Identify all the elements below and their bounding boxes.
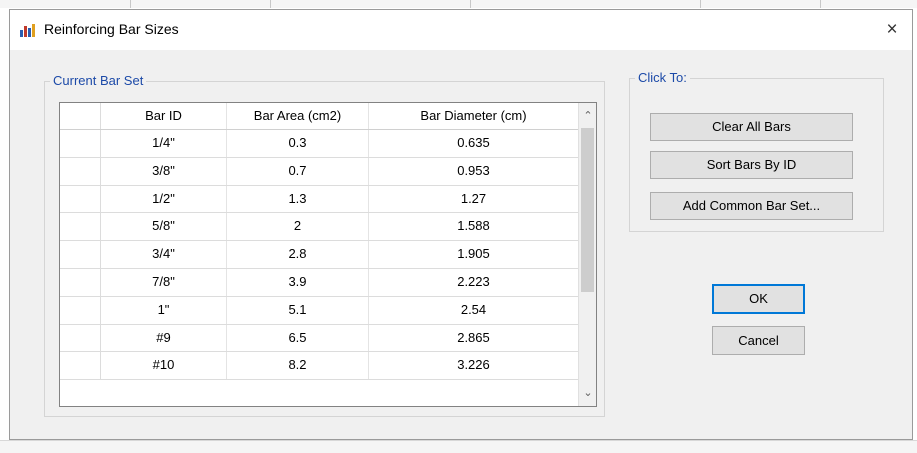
row-selector[interactable] (60, 324, 101, 352)
bar-diameter-cell[interactable]: 0.953 (369, 158, 578, 185)
current-bar-set-label: Current Bar Set (50, 73, 147, 88)
clear-all-bars-button[interactable]: Clear All Bars (650, 113, 853, 141)
bar-area-cell[interactable]: 6.5 (227, 324, 369, 352)
bar-area-cell[interactable]: 8.2 (227, 352, 369, 380)
bar-id-cell[interactable]: #10 (101, 352, 227, 380)
chevron-down-icon[interactable]: ⌄ (579, 384, 596, 402)
row-selector[interactable] (60, 296, 101, 324)
bar-id-cell[interactable]: #9 (101, 324, 227, 352)
table-row[interactable]: 5/8" 2 1.588 (60, 213, 578, 242)
cancel-button[interactable]: Cancel (712, 326, 805, 355)
bar-area-cell[interactable]: 2.8 (227, 241, 369, 268)
bar-diameter-cell[interactable]: 2.223 (369, 269, 578, 296)
bar-diameter-cell[interactable]: 1.27 (369, 186, 578, 213)
table-row[interactable]: 1" 5.1 2.54 (60, 296, 578, 325)
add-common-bar-set-button[interactable]: Add Common Bar Set... (650, 192, 853, 220)
grid-body: 1/4" 0.3 0.635 3/8" 0.7 0.953 1/2" 1.3 1… (60, 130, 578, 381)
bar-area-cell[interactable]: 2 (227, 213, 369, 241)
table-row[interactable]: 3/8" 0.7 0.953 (60, 157, 578, 186)
bar-id-cell[interactable]: 1" (101, 296, 227, 324)
row-header-corner (60, 103, 101, 129)
background-window-strip (0, 0, 917, 8)
table-row[interactable]: 7/8" 3.9 2.223 (60, 268, 578, 297)
bar-area-cell[interactable]: 5.1 (227, 296, 369, 324)
bar-area-cell[interactable]: 0.7 (227, 157, 369, 185)
grid-vertical-scrollbar[interactable]: ⌃ ⌄ (578, 103, 596, 406)
column-header-bar-area[interactable]: Bar Area (cm2) (227, 103, 369, 129)
column-header-bar-diameter[interactable]: Bar Diameter (cm) (369, 103, 578, 129)
sort-bars-by-id-button[interactable]: Sort Bars By ID (650, 151, 853, 179)
bar-id-cell[interactable]: 5/8" (101, 213, 227, 241)
bar-diameter-cell[interactable]: 2.54 (369, 297, 578, 324)
scrollbar-thumb[interactable] (581, 128, 594, 292)
row-selector[interactable] (60, 268, 101, 296)
column-header-bar-id[interactable]: Bar ID (101, 103, 227, 129)
bar-area-cell[interactable]: 0.3 (227, 130, 369, 157)
title-bar: Reinforcing Bar Sizes × (10, 10, 912, 50)
table-row[interactable]: #9 6.5 2.865 (60, 324, 578, 353)
bar-set-grid[interactable]: Bar ID Bar Area (cm2) Bar Diameter (cm) … (59, 102, 597, 407)
row-selector[interactable] (60, 185, 101, 213)
bar-id-cell[interactable]: 1/4" (101, 130, 227, 157)
table-row[interactable]: 1/4" 0.3 0.635 (60, 130, 578, 158)
background-window-bottom (0, 440, 917, 453)
bar-area-cell[interactable]: 3.9 (227, 268, 369, 296)
table-row[interactable]: #10 8.2 3.226 (60, 352, 578, 381)
click-to-label: Click To: (635, 70, 690, 85)
bar-area-cell[interactable]: 1.3 (227, 185, 369, 213)
close-icon[interactable]: × (872, 10, 912, 50)
grid-header: Bar ID Bar Area (cm2) Bar Diameter (cm) (60, 103, 578, 130)
bar-id-cell[interactable]: 1/2" (101, 185, 227, 213)
chevron-up-icon[interactable]: ⌃ (579, 107, 596, 125)
bar-diameter-cell[interactable]: 3.226 (369, 352, 578, 379)
window-title: Reinforcing Bar Sizes (44, 21, 179, 37)
bar-chart-icon (20, 24, 35, 37)
table-row[interactable]: 3/4" 2.8 1.905 (60, 241, 578, 269)
row-selector[interactable] (60, 241, 101, 268)
bar-id-cell[interactable]: 7/8" (101, 268, 227, 296)
row-selector[interactable] (60, 157, 101, 185)
bar-diameter-cell[interactable]: 2.865 (369, 325, 578, 352)
row-selector[interactable] (60, 213, 101, 241)
ok-button[interactable]: OK (712, 284, 805, 314)
bar-diameter-cell[interactable]: 1.588 (369, 213, 578, 240)
bar-id-cell[interactable]: 3/8" (101, 157, 227, 185)
row-selector[interactable] (60, 130, 101, 157)
table-row[interactable]: 1/2" 1.3 1.27 (60, 185, 578, 214)
bar-id-cell[interactable]: 3/4" (101, 241, 227, 268)
bar-diameter-cell[interactable]: 0.635 (369, 130, 578, 157)
row-selector[interactable] (60, 352, 101, 380)
bar-diameter-cell[interactable]: 1.905 (369, 241, 578, 268)
